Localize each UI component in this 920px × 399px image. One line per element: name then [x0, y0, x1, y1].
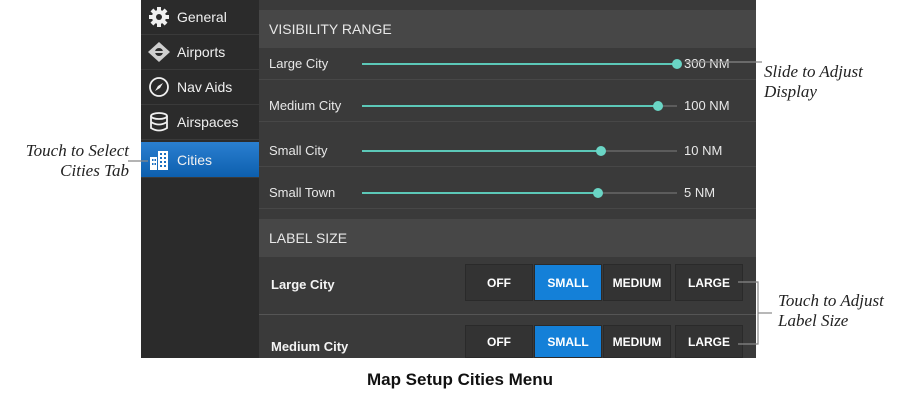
annotation-line: Label Size	[778, 311, 849, 330]
annotation-line: Slide to Adjust	[764, 62, 863, 81]
select-tab-annotation: Touch to Select Cities Tab	[5, 141, 129, 181]
figure-caption: Map Setup Cities Menu	[366, 370, 554, 389]
annotation-line: Touch to Adjust	[778, 291, 884, 310]
annotation-line: Display	[764, 82, 817, 101]
annotation-line: Cities Tab	[60, 161, 129, 180]
slide-annotation: Slide to Adjust Display	[764, 62, 863, 102]
annotation-line: Touch to Select	[25, 141, 129, 160]
label-size-annotation: Touch to Adjust Label Size	[778, 291, 884, 331]
callout-lines	[128, 61, 772, 345]
